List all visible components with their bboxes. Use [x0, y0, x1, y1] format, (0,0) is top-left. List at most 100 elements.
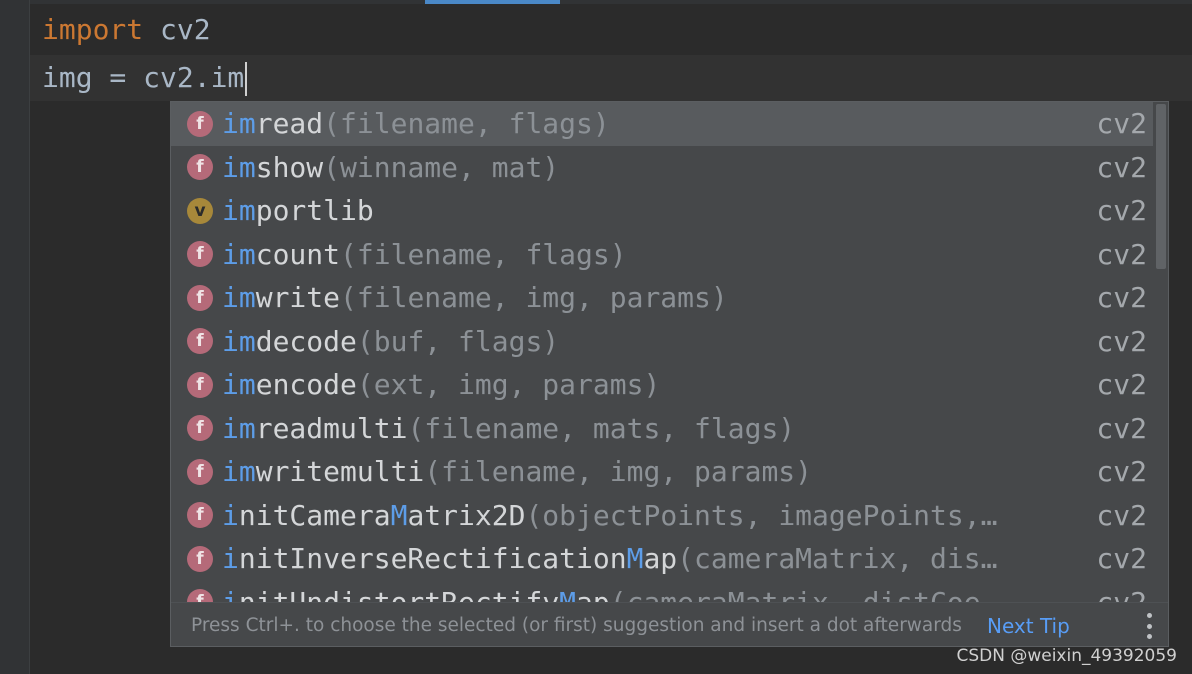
- next-tip-link[interactable]: Next Tip: [987, 614, 1070, 638]
- name-text: show: [255, 150, 324, 184]
- name-text: nitCamera: [238, 498, 391, 532]
- completion-name: imcount(filename, flags): [222, 238, 627, 271]
- completion-name: imshow(winname, mat): [222, 151, 559, 184]
- autocomplete-popup[interactable]: f imread(filename, flags) cv2 f imshow(winna…: [170, 101, 1169, 647]
- completion-module: cv2: [1096, 455, 1147, 489]
- code-line-1[interactable]: import cv2: [30, 7, 1192, 53]
- completion-module: cv2: [1096, 586, 1147, 602]
- completion-name: imread(filename, flags): [222, 107, 610, 140]
- completion-module: cv2: [1096, 368, 1147, 402]
- function-icon: f: [187, 589, 213, 602]
- name-text: read: [255, 107, 324, 141]
- match-highlight: i: [222, 498, 239, 532]
- completion-name: imdecode(buf, flags): [222, 325, 559, 358]
- completion-params: (objectPoints, imagePoints,…: [525, 498, 998, 532]
- function-icon: f: [187, 154, 213, 181]
- completion-item[interactable]: finitUndistortRectifyMap(cameraMatrix, d…: [171, 581, 1153, 602]
- completion-module: cv2: [1096, 324, 1147, 358]
- keyword-import: import: [42, 13, 144, 46]
- function-icon: f: [187, 371, 213, 398]
- name-text: write: [255, 281, 341, 315]
- name-text: nitInverseRectification: [238, 542, 627, 576]
- completion-module: cv2: [1096, 194, 1147, 228]
- completion-hint: Press Ctrl+. to choose the selected (or …: [191, 615, 962, 636]
- match-highlight: i: [222, 542, 239, 576]
- match-highlight: im: [222, 281, 256, 315]
- completion-params: (filename, flags): [323, 107, 610, 141]
- match-highlight: im: [222, 107, 256, 141]
- match-highlight: im: [222, 324, 256, 358]
- match-highlight: i: [222, 586, 239, 602]
- more-options-icon[interactable]: [1143, 613, 1155, 639]
- match-highlight: im: [222, 237, 256, 271]
- active-tab-indicator: [425, 0, 560, 4]
- completion-params: (ext, img, params): [356, 368, 661, 402]
- completion-name: initInverseRectificationMap(cameraMatrix…: [222, 542, 997, 575]
- completion-name: imwritemulti(filename, img, params): [222, 455, 812, 488]
- function-icon: f: [187, 284, 213, 311]
- scrollbar-thumb[interactable]: [1156, 104, 1166, 269]
- completion-module: cv2: [1096, 150, 1147, 184]
- completion-module: cv2: [1096, 281, 1147, 315]
- completion-item[interactable]: f imdecode(buf, flags) cv2: [171, 320, 1153, 364]
- match-highlight: im: [222, 150, 256, 184]
- completion-module: cv2: [1096, 542, 1147, 576]
- name-text: atrix2D: [407, 498, 526, 532]
- text-caret: [245, 62, 248, 96]
- name-text: ap: [576, 586, 610, 602]
- match-highlight: M: [390, 498, 408, 532]
- completion-item[interactable]: f initCameraMatrix2D(objectPoints, imageP…: [171, 494, 1153, 538]
- completion-params: (winname, mat): [323, 150, 560, 184]
- match-highlight: im: [222, 411, 256, 445]
- function-icon: f: [187, 110, 213, 137]
- completion-item[interactable]: f initInverseRectificationMap(cameraMatri…: [171, 537, 1153, 581]
- completion-params: (cameraMatrix, dis…: [677, 542, 998, 576]
- completion-name: imwrite(filename, img, params): [222, 281, 728, 314]
- completion-params: (filename, img, params): [424, 455, 813, 489]
- variable-icon: v: [187, 197, 213, 224]
- name-text: writemulti: [255, 455, 425, 489]
- function-icon: f: [187, 458, 213, 485]
- name-text: nitUndistortRectify: [239, 586, 559, 602]
- completion-params: (filename, flags): [340, 237, 627, 271]
- completion-name: initUndistortRectifyMap(cameraMatrix, di…: [222, 586, 997, 602]
- match-highlight: im: [222, 455, 256, 489]
- completion-item[interactable]: f imread(filename, flags) cv2: [171, 102, 1153, 146]
- match-highlight: M: [626, 542, 644, 576]
- function-icon: f: [187, 328, 213, 355]
- completion-module: cv2: [1096, 237, 1147, 271]
- completion-module: cv2: [1096, 498, 1147, 532]
- completion-params: (cameraMatrix, distCoe…: [610, 586, 998, 602]
- name-text: encode: [255, 368, 357, 402]
- completion-item[interactable]: f imencode(ext, img, params) cv2: [171, 363, 1153, 407]
- completion-name: imencode(ext, img, params): [222, 368, 660, 401]
- match-highlight: im: [222, 368, 256, 402]
- match-highlight: im: [222, 194, 256, 228]
- completion-module: cv2: [1096, 107, 1147, 141]
- completion-params: (filename, mats, flags): [407, 411, 796, 445]
- completion-item[interactable]: f imcount(filename, flags) cv2: [171, 233, 1153, 277]
- name-text: portlib: [255, 194, 374, 228]
- code-text: img = cv2.im: [42, 61, 245, 94]
- watermark: CSDN @weixin_49392059: [956, 646, 1177, 666]
- name-text: decode: [255, 324, 357, 358]
- completion-scrollbar[interactable]: [1153, 102, 1168, 602]
- completion-module: cv2: [1096, 411, 1147, 445]
- completion-list[interactable]: f imread(filename, flags) cv2 f imshow(winna…: [171, 102, 1153, 602]
- match-highlight: M: [559, 586, 576, 602]
- completion-name: importlib: [222, 194, 374, 227]
- completion-item[interactable]: f imwritemulti(filename, img, params) cv2: [171, 450, 1153, 494]
- completion-name: initCameraMatrix2D(objectPoints, imagePo…: [222, 499, 997, 532]
- name-text: ap: [643, 542, 678, 576]
- function-icon: f: [187, 241, 213, 268]
- function-icon: f: [187, 502, 213, 529]
- completion-item[interactable]: f imwrite(filename, img, params) cv2: [171, 276, 1153, 320]
- completion-item[interactable]: f imshow(winname, mat) cv2: [171, 146, 1153, 190]
- editor-tab-strip: [30, 0, 1192, 4]
- completion-params: (buf, flags): [356, 324, 560, 358]
- code-line-2[interactable]: img = cv2.im: [30, 55, 1192, 101]
- completion-item[interactable]: f imreadmulti(filename, mats, flags) cv2: [171, 407, 1153, 451]
- completion-item[interactable]: v importlib cv2: [171, 189, 1153, 233]
- function-icon: f: [187, 545, 213, 572]
- completion-footer: Press Ctrl+. to choose the selected (or …: [171, 602, 1168, 646]
